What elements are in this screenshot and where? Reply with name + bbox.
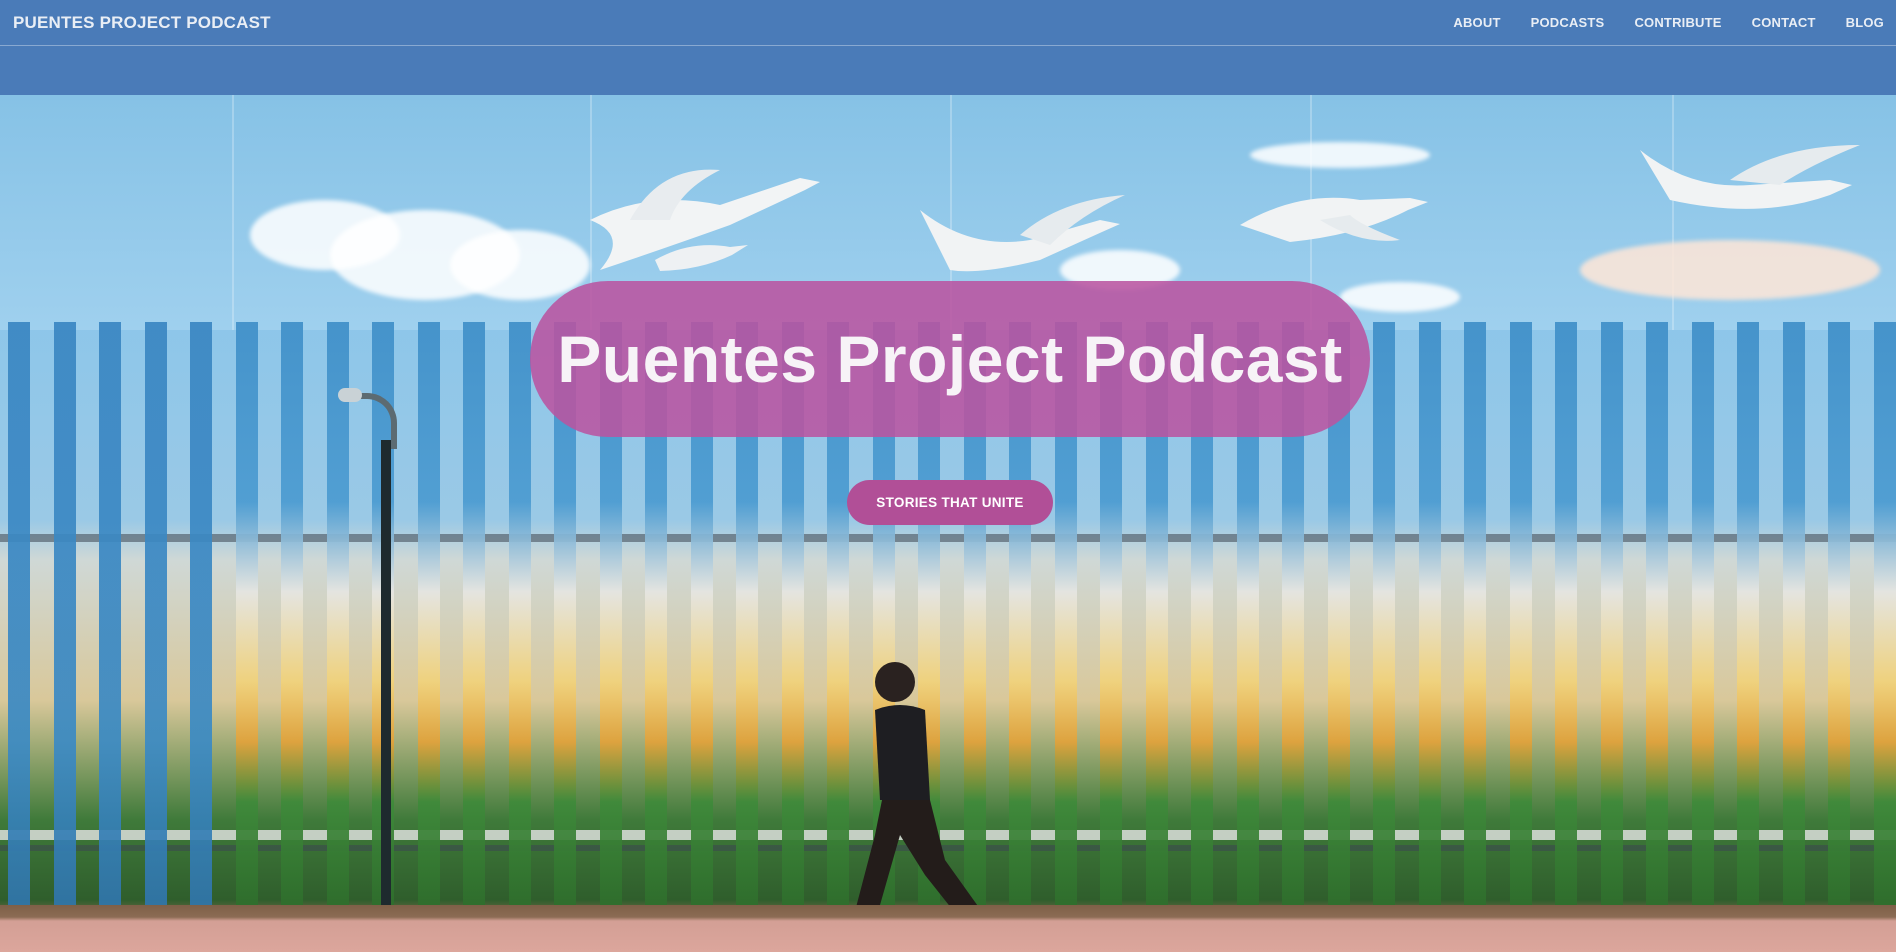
nav-link-podcasts[interactable]: PODCASTS: [1516, 15, 1620, 30]
mural-panel-seam: [232, 95, 234, 330]
stories-that-unite-button[interactable]: STORIES THAT UNITE: [847, 480, 1053, 525]
fence-slat: [145, 322, 167, 922]
fence-slat: [236, 322, 258, 922]
hero-title: Puentes Project Podcast: [557, 322, 1343, 396]
site-brand-link[interactable]: PUENTES PROJECT PODCAST: [13, 13, 271, 33]
fence-slat: [1555, 322, 1577, 922]
fence-slat: [463, 322, 485, 922]
nav-links: ABOUT PODCASTS CONTRIBUTE CONTACT BLOG: [1438, 15, 1896, 30]
cloud: [450, 230, 590, 300]
nav-link-contact[interactable]: CONTACT: [1737, 15, 1831, 30]
swan-bird-icon: [1240, 197, 1428, 242]
hero-title-banner: Puentes Project Podcast: [530, 281, 1370, 437]
sidewalk: [0, 905, 1896, 952]
cloud: [1250, 142, 1430, 168]
fence-slat: [418, 322, 440, 922]
fence-slat: [99, 322, 121, 922]
swan-bird-icon: [655, 245, 748, 271]
hero-background-image: [0, 0, 1896, 952]
top-navbar: PUENTES PROJECT PODCAST ABOUT PODCASTS C…: [0, 0, 1896, 46]
nav-link-blog[interactable]: BLOG: [1831, 15, 1896, 30]
cloud: [1580, 240, 1880, 300]
street-lamp-head: [338, 388, 362, 402]
swan-bird-icon: [920, 195, 1125, 272]
fence-slat: [1510, 322, 1532, 922]
fence-slat: [1874, 322, 1896, 922]
fence-slat: [8, 322, 30, 922]
fence-slat: [1464, 322, 1486, 922]
fence-slat: [190, 322, 212, 922]
nav-link-about[interactable]: ABOUT: [1438, 15, 1515, 30]
swan-bird-icon: [1640, 145, 1860, 209]
fence-slat: [1373, 322, 1395, 922]
fence-slat: [509, 322, 531, 922]
fence-slat: [1737, 322, 1759, 922]
cloud: [1340, 282, 1460, 312]
fence-slat: [1419, 322, 1441, 922]
fence-slat: [1601, 322, 1623, 922]
fence-slat: [1646, 322, 1668, 922]
fence-slat: [1828, 322, 1850, 922]
fence-slat: [54, 322, 76, 922]
street-lamp-post: [381, 440, 391, 905]
fence-slat: [281, 322, 303, 922]
fence-slat: [1783, 322, 1805, 922]
nav-link-contribute[interactable]: CONTRIBUTE: [1619, 15, 1736, 30]
fence-slat: [1692, 322, 1714, 922]
